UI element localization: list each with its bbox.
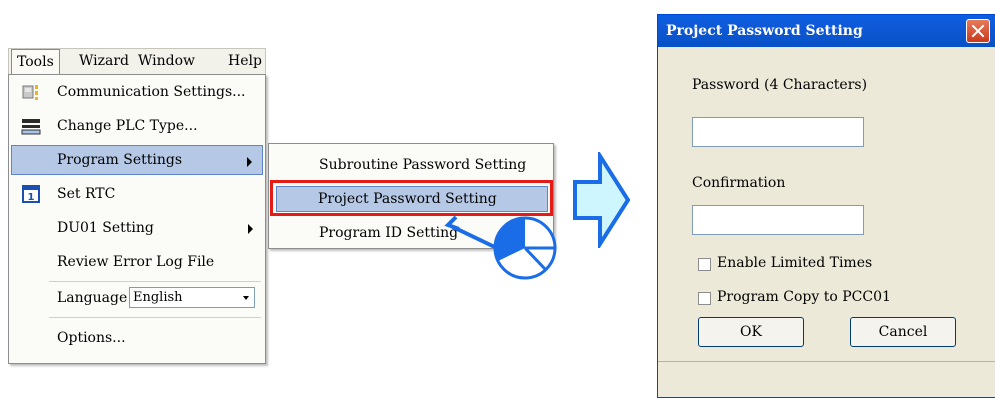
confirmation-field[interactable] (692, 205, 864, 235)
dialog-title: Project Password Setting (666, 23, 863, 39)
submenu-arrow-icon (248, 224, 253, 234)
menu-item-label: Options... (57, 330, 126, 346)
menu-item-communication-settings[interactable]: Communication Settings... (11, 77, 263, 107)
ok-button[interactable]: OK (698, 317, 804, 347)
password-field[interactable] (692, 117, 864, 147)
menu-separator (49, 317, 261, 318)
menu-item-label: Language (57, 290, 128, 306)
submenu-item-label: Subroutine Password Setting (319, 157, 527, 173)
svg-text:1: 1 (28, 192, 35, 203)
menu-item-set-rtc[interactable]: 1 Set RTC (11, 179, 263, 209)
menu-bar: Tools Wizard Window Help (8, 48, 266, 75)
enable-limited-times-checkbox[interactable] (698, 258, 711, 271)
right-arrow-icon (573, 152, 631, 248)
pointer-annotation (444, 215, 557, 280)
click-indicator-icon (493, 216, 557, 280)
dialog-titlebar[interactable]: Project Password Setting (658, 15, 995, 47)
program-copy-label: Program Copy to PCC01 (717, 289, 891, 305)
menu-item-label: Set RTC (57, 186, 116, 202)
menu-item-label: Program Settings (57, 152, 183, 168)
menu-item-options[interactable]: Options... (11, 323, 263, 353)
chevron-down-icon[interactable] (238, 288, 254, 307)
tools-menu: Communication Settings... Change PLC Typ… (8, 74, 266, 364)
menu-separator (49, 281, 261, 282)
menu-item-label: DU01 Setting (57, 220, 154, 236)
menu-item-label: Review Error Log File (57, 254, 215, 270)
menu-item-program-settings[interactable]: Program Settings (11, 145, 263, 175)
submenu-item-subroutine-password[interactable]: Subroutine Password Setting (271, 150, 551, 180)
language-select-value: English (133, 290, 183, 305)
password-label: Password (4 Characters) (692, 77, 868, 93)
calendar-icon: 1 (22, 185, 40, 203)
menu-item-label: Change PLC Type... (57, 118, 198, 134)
close-icon[interactable] (966, 19, 990, 43)
submenu-arrow-icon (247, 157, 252, 167)
cancel-button[interactable]: Cancel (850, 317, 956, 347)
menu-item-du01-setting[interactable]: DU01 Setting (11, 213, 263, 243)
menu-window[interactable]: Window (138, 53, 195, 69)
menu-item-label: Communication Settings... (57, 84, 246, 100)
program-copy-checkbox[interactable] (698, 292, 711, 305)
menu-tools[interactable]: Tools (11, 49, 60, 75)
communication-icon (22, 85, 38, 100)
plc-type-icon (21, 119, 41, 135)
menu-help[interactable]: Help (228, 53, 262, 69)
menu-tools-label: Tools (17, 54, 54, 70)
project-password-dialog: Project Password Setting Password (4 Cha… (657, 14, 995, 398)
menu-wizard[interactable]: Wizard (79, 53, 129, 69)
menu-item-language: Language English (11, 283, 263, 313)
language-select[interactable]: English (129, 287, 255, 308)
menu-item-change-plc-type[interactable]: Change PLC Type... (11, 111, 263, 141)
enable-limited-times-label: Enable Limited Times (717, 255, 873, 271)
dialog-divider (658, 361, 995, 362)
confirmation-label: Confirmation (692, 175, 786, 191)
menu-item-review-error-log[interactable]: Review Error Log File (11, 247, 263, 277)
